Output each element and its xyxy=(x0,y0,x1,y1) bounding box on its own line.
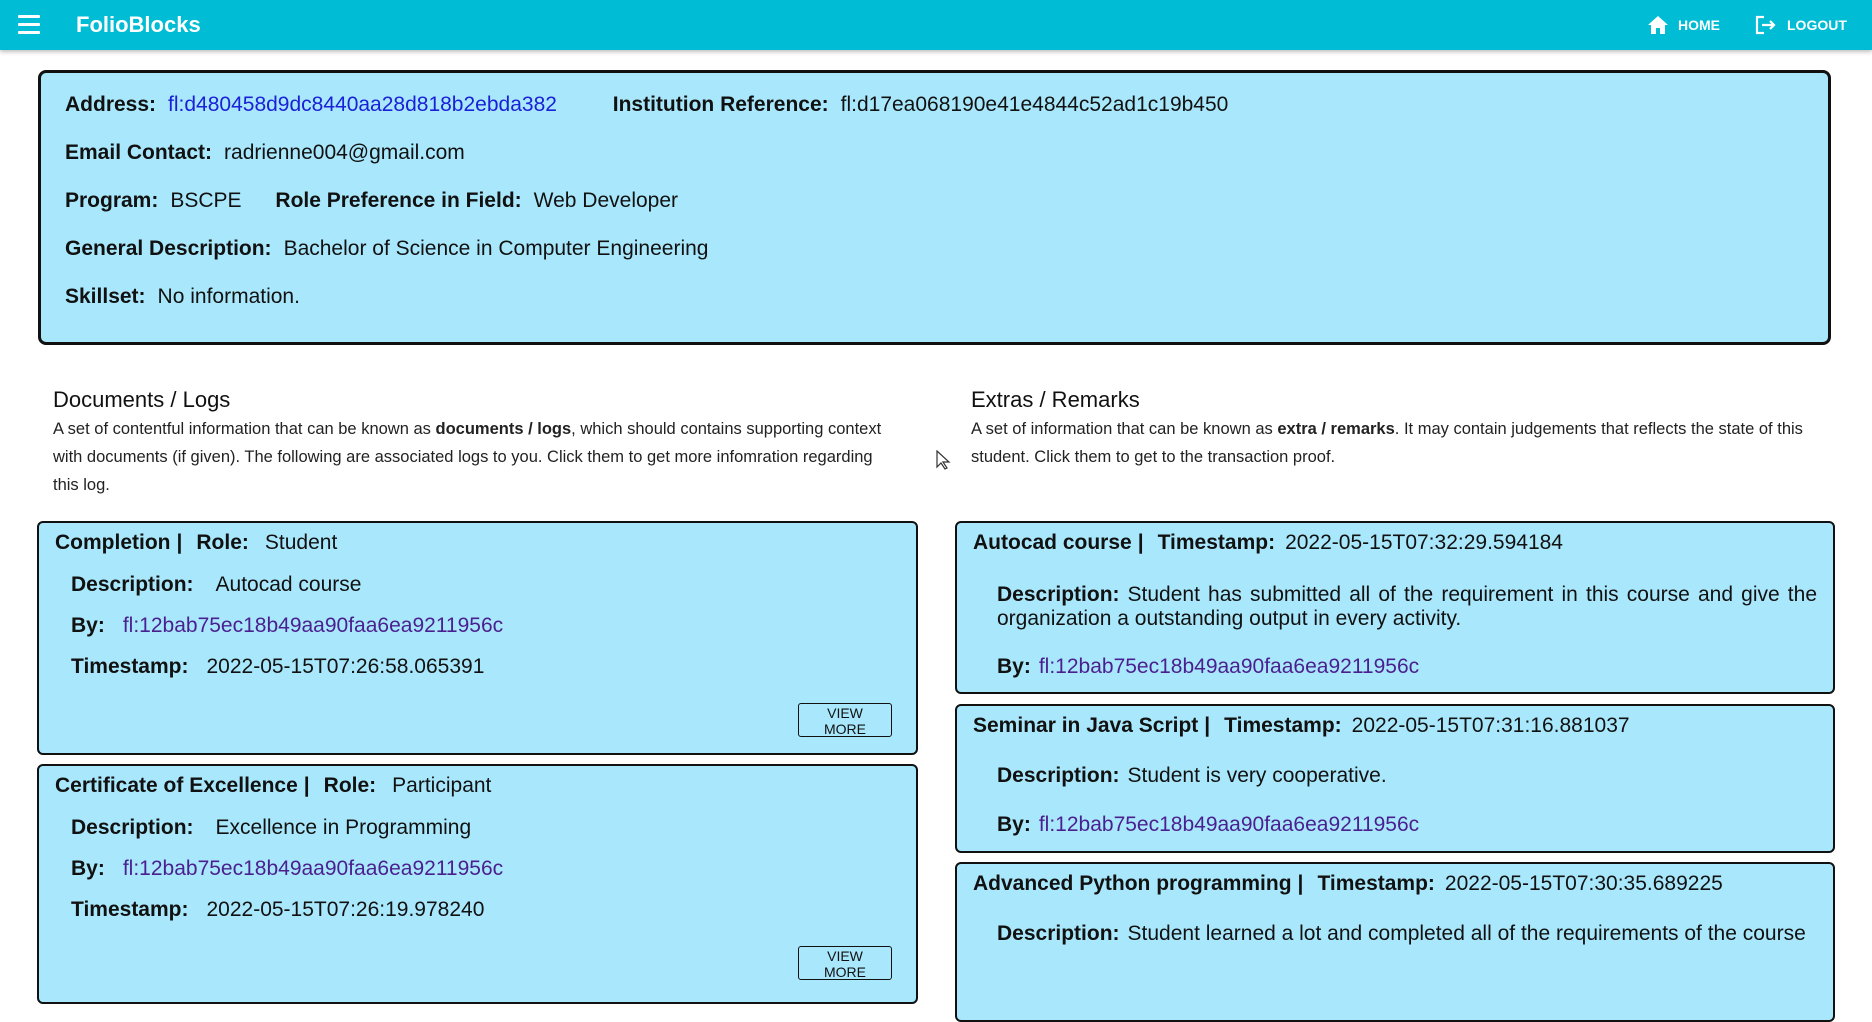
extra-title-row: Seminar in Java Script | Timestamp: 2022-05… xyxy=(973,714,1630,737)
home-icon xyxy=(1648,16,1668,34)
extra-card[interactable]: Advanced Python programming | Timestamp: 20… xyxy=(955,862,1835,1022)
log-title: Completion xyxy=(55,531,171,554)
program-value: BSCPE xyxy=(170,189,242,212)
log-title-row: Completion | Role: Student xyxy=(55,531,338,554)
documents-heading: Documents / Logs xyxy=(53,387,231,412)
general-description-value: Bachelor of Science in Computer Engineer… xyxy=(283,237,709,260)
log-timestamp-row: Timestamp: 2022-05-15T07:26:19.978240 xyxy=(71,898,485,921)
view-more-button[interactable]: VIEW MORE xyxy=(798,946,892,980)
extra-by-row: By: fl:12bab75ec18b49aa90faa6ea9211956c xyxy=(997,655,1420,678)
institution-value: fl:d17ea068190e41e4844c52ad1c19b450 xyxy=(840,93,1229,116)
log-card[interactable]: Certificate of Excellence | Role: Participa… xyxy=(37,764,918,1004)
log-by-row: By: fl:12bab75ec18b49aa90faa6ea9211956c xyxy=(71,857,504,880)
extra-title: Autocad course xyxy=(973,531,1132,554)
extras-heading: Extras / Remarks xyxy=(971,387,1140,412)
extra-by-row: By: fl:12bab75ec18b49aa90faa6ea9211956c xyxy=(997,813,1420,836)
logout-icon xyxy=(1755,15,1776,35)
mouse-cursor-icon xyxy=(936,450,951,470)
email-row: Email Contact: radrienne004@gmail.com xyxy=(65,141,465,165)
email-value: radrienne004@gmail.com xyxy=(224,141,465,164)
description-row: General Description: Bachelor of Science … xyxy=(65,237,708,261)
log-role-value: Participant xyxy=(392,774,492,797)
log-description-row: Description: Autocad course xyxy=(71,573,362,596)
home-label: HOME xyxy=(1678,17,1720,33)
skillset-row: Skillset: No information. xyxy=(65,285,300,309)
institution-label: Institution Reference: xyxy=(612,93,829,116)
log-by-link[interactable]: fl:12bab75ec18b49aa90faa6ea9211956c xyxy=(123,614,503,637)
general-description-label: General Description: xyxy=(65,237,272,260)
role-preference-label: Role Preference in Field: xyxy=(275,189,522,212)
extra-description-row: Description: Student is very cooperative. xyxy=(997,764,1387,787)
address-row: Address: fl:d480458d9dc8440aa28d818b2ebda… xyxy=(65,93,1228,117)
log-by-row: By: fl:12bab75ec18b49aa90faa6ea9211956c xyxy=(71,614,504,637)
log-title: Certificate of Excellence xyxy=(55,774,298,797)
extra-title-row: Autocad course | Timestamp: 2022-05-15T07:3… xyxy=(973,531,1563,554)
log-role-label: Role: xyxy=(323,774,377,797)
extra-description-row: Description: Student has submitted all of… xyxy=(997,583,1817,630)
logout-label: LOGOUT xyxy=(1787,17,1847,33)
brand-title[interactable]: FolioBlocks xyxy=(76,12,201,38)
address-link[interactable]: fl:d480458d9dc8440aa28d818b2ebda382 xyxy=(168,93,557,116)
log-role-value: Student xyxy=(264,531,338,554)
log-by-link[interactable]: fl:12bab75ec18b49aa90faa6ea9211956c xyxy=(123,857,503,880)
extra-card[interactable]: Seminar in Java Script | Timestamp: 2022-05… xyxy=(955,704,1835,853)
view-more-button[interactable]: VIEW MORE xyxy=(798,703,892,737)
log-timestamp-row: Timestamp: 2022-05-15T07:26:58.065391 xyxy=(71,655,485,678)
log-description-row: Description: Excellence in Programming xyxy=(71,816,472,839)
email-label: Email Contact: xyxy=(65,141,213,164)
extra-timestamp: 2022-05-15T07:32:29.594184 xyxy=(1285,531,1563,554)
role-preference-value: Web Developer xyxy=(533,189,679,212)
profile-card: Address: fl:d480458d9dc8440aa28d818b2ebda… xyxy=(38,70,1831,345)
extras-description: A set of information that can be known a… xyxy=(971,420,1803,466)
log-title-row: Certificate of Excellence | Role: Participa… xyxy=(55,774,492,797)
skillset-value: No information. xyxy=(157,285,300,308)
program-row: Program: BSCPE Role Preference in Field: W… xyxy=(65,189,678,213)
documents-description: A set of contentful information that can… xyxy=(53,420,882,494)
extra-by-link[interactable]: fl:12bab75ec18b49aa90faa6ea9211956c xyxy=(1039,655,1419,678)
extra-by-link[interactable]: fl:12bab75ec18b49aa90faa6ea9211956c xyxy=(1039,813,1419,836)
top-app-bar: FolioBlocks HOME LOGOUT xyxy=(0,0,1872,50)
log-card[interactable]: Completion | Role: Student Description: Auto… xyxy=(37,521,918,755)
extra-timestamp: 2022-05-15T07:30:35.689225 xyxy=(1444,872,1723,895)
extra-title-row: Advanced Python programming | Timestamp: 20… xyxy=(973,872,1723,895)
logout-button[interactable]: LOGOUT xyxy=(1755,14,1847,36)
extra-card[interactable]: Autocad course | Timestamp: 2022-05-15T07:3… xyxy=(955,521,1835,694)
extra-title: Advanced Python programming xyxy=(973,872,1292,895)
home-button[interactable]: HOME xyxy=(1648,14,1720,36)
program-label: Program: xyxy=(65,189,159,212)
skillset-label: Skillset: xyxy=(65,285,146,308)
log-role-label: Role: xyxy=(196,531,249,554)
address-label: Address: xyxy=(65,93,157,116)
menu-icon[interactable] xyxy=(18,15,40,35)
extra-description-row: Description: Student learned a lot and co… xyxy=(997,922,1806,945)
extra-title: Seminar in Java Script xyxy=(973,714,1199,737)
extra-timestamp: 2022-05-15T07:31:16.881037 xyxy=(1351,714,1630,737)
